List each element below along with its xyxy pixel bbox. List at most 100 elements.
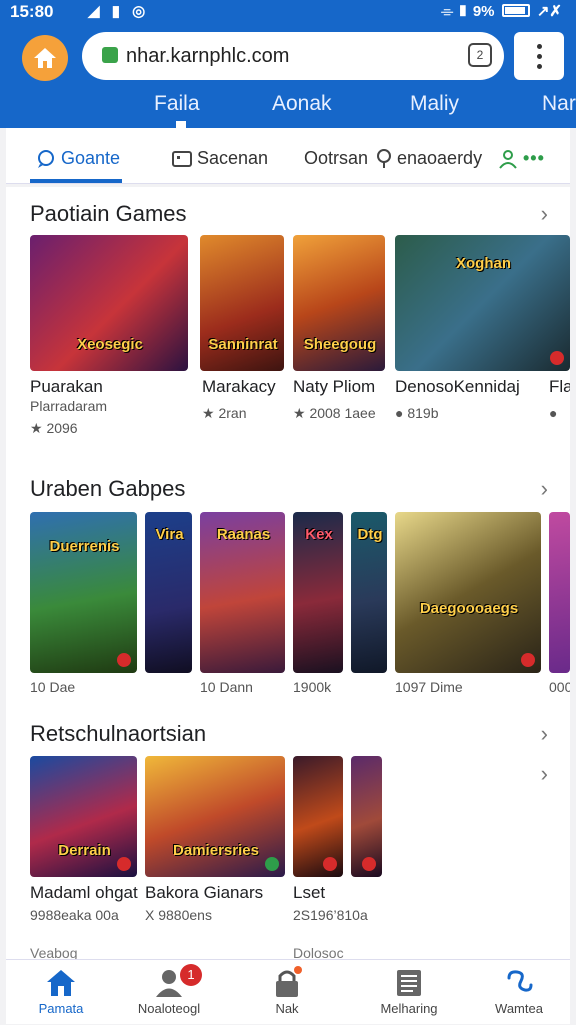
- filter-underline: [30, 179, 122, 183]
- game-card[interactable]: [549, 512, 570, 673]
- bottom-navigation: Pamata 1 Noaloteogl Nak Melharing Wamtea: [6, 959, 570, 1024]
- notification-count: 1: [180, 964, 202, 986]
- game-card[interactable]: Xoghan: [395, 235, 570, 371]
- nav-tab-1[interactable]: Faila: [154, 92, 200, 116]
- game-rating: ★ 2008 1aee: [293, 405, 389, 422]
- game-meta: 1900k: [293, 679, 332, 695]
- game-meta: 000: [549, 679, 570, 695]
- chevron-right-icon[interactable]: ›: [541, 476, 548, 502]
- swirl-icon: [507, 970, 533, 992]
- game-card[interactable]: Xeosegic: [30, 235, 188, 371]
- game-rating: ★ 2ran: [202, 405, 286, 422]
- chevron-right-icon[interactable]: ›: [541, 761, 548, 787]
- filter-goante[interactable]: Goante: [36, 148, 120, 169]
- card-art-title: Xoghan: [456, 255, 511, 272]
- game-title[interactable]: Marakacy: [202, 377, 286, 397]
- nav-tab-4[interactable]: Nar: [542, 92, 576, 116]
- game-rating: ● 819b: [395, 405, 515, 421]
- filter-enaoaerdy[interactable]: enaoaerdy: [376, 148, 482, 169]
- card-art-title: Derrain: [58, 842, 111, 859]
- battery-level: 9%: [472, 3, 495, 20]
- chat-icon: ●: [395, 405, 408, 421]
- filter-label: enaoaerdy: [397, 148, 483, 168]
- nav-tab-indicator: [176, 121, 186, 128]
- game-rating: ●: [549, 405, 570, 421]
- main-content: Paotiain Games › Xeosegic Sanninrat Shee…: [6, 187, 570, 959]
- game-title[interactable]: DenosoKennidaj: [395, 377, 533, 397]
- game-card[interactable]: Dtg: [351, 512, 387, 673]
- battery-icon: [501, 4, 530, 17]
- book-icon: [397, 970, 421, 996]
- game-title[interactable]: Madaml ohgat: [30, 883, 142, 903]
- tabs-count-button[interactable]: 2: [468, 43, 492, 67]
- status-extra: ↗✗: [536, 3, 562, 20]
- game-card[interactable]: Derrain: [30, 756, 137, 877]
- game-meta: X 9880ens: [145, 907, 212, 923]
- home-button[interactable]: [22, 35, 68, 81]
- game-card[interactable]: [351, 756, 382, 877]
- person-icon: [499, 149, 517, 169]
- game-meta: 1097 Dime: [395, 679, 463, 695]
- card-art-title: Dtg: [357, 526, 383, 543]
- game-rating: ★ 2096: [30, 420, 190, 437]
- bottom-nav-label: Melharing: [380, 1001, 438, 1016]
- game-card[interactable]: Duerrenis: [30, 512, 137, 673]
- game-card[interactable]: [293, 756, 343, 877]
- card-art-title: Vira: [155, 526, 184, 543]
- section-title-3: Retschulnaortsian: [30, 721, 207, 746]
- wifi-icon: ⌯ ▮: [441, 3, 473, 20]
- bottom-nav-library[interactable]: Melharing: [354, 960, 464, 1025]
- star-icon: ★: [293, 405, 310, 421]
- badge-icon: [323, 857, 337, 871]
- game-title[interactable]: Puarakan: [30, 377, 190, 397]
- game-title[interactable]: Fla: [549, 377, 570, 397]
- section-title-2: Uraben Gabpes: [30, 476, 186, 501]
- game-card[interactable]: Raanas: [200, 512, 285, 673]
- bottom-nav-wamtea[interactable]: Wamtea: [464, 960, 574, 1025]
- game-card[interactable]: Vira: [145, 512, 192, 673]
- game-title[interactable]: Naty Pliom: [293, 377, 389, 397]
- filter-label: Sacenan: [197, 148, 269, 168]
- game-developer: Plarradaram: [30, 398, 108, 414]
- filter-ootrsan[interactable]: Ootrsan: [304, 148, 368, 169]
- bottom-nav-home[interactable]: Pamata: [6, 960, 116, 1025]
- status-right: ⌯ ▮ 9% ↗✗: [441, 2, 562, 20]
- menu-dot-icon: [536, 63, 542, 69]
- game-card[interactable]: Sheegoug: [293, 235, 385, 371]
- bottom-nav-nak[interactable]: Nak: [232, 960, 342, 1025]
- bottom-nav-label: Wamtea: [495, 1001, 543, 1016]
- menu-dot-icon: [536, 43, 542, 49]
- url-text[interactable]: nhar.karnphlc.com: [126, 45, 289, 68]
- game-meta: 10 Dann: [200, 679, 253, 695]
- star-icon: ★: [202, 405, 219, 421]
- card-art-title: Duerrenis: [49, 538, 120, 555]
- nav-tab-2[interactable]: Aonak: [272, 92, 332, 116]
- card-art-title: Xeosegic: [77, 336, 143, 353]
- game-card[interactable]: Sanninrat: [200, 235, 284, 371]
- badge-icon: [265, 857, 279, 871]
- address-bar[interactable]: nhar.karnphlc.com 2: [82, 32, 504, 80]
- badge-icon: [362, 857, 376, 871]
- browser-header: 15:80 ◢ ▮ ◎ ⌯ ▮ 9% ↗✗ nhar.karnphlc.com …: [0, 0, 576, 128]
- account-more-button[interactable]: •••: [498, 148, 545, 169]
- screen-icon: [172, 150, 192, 167]
- bottom-nav-label: Pamata: [38, 1001, 84, 1016]
- filter-sacenan[interactable]: Sacenan: [172, 148, 268, 169]
- chevron-right-icon[interactable]: ›: [541, 201, 548, 227]
- game-card[interactable]: Damiersries: [145, 756, 285, 877]
- chevron-right-icon[interactable]: ›: [541, 721, 548, 747]
- bottom-nav-notifications[interactable]: 1 Noaloteogl: [114, 960, 224, 1025]
- section-title-1: Paotiain Games: [30, 201, 187, 226]
- star-icon: ★: [30, 420, 47, 436]
- bottom-nav-label: Nak: [275, 1001, 299, 1016]
- card-art-title: Sheegoug: [303, 336, 377, 353]
- game-card[interactable]: Kex: [293, 512, 343, 673]
- game-card[interactable]: Daegoooaegs: [395, 512, 541, 673]
- home-icon: [34, 48, 56, 68]
- game-title[interactable]: Bakora Gianars: [145, 883, 285, 903]
- overflow-menu-button[interactable]: [514, 32, 564, 80]
- game-meta: 9988eaka 00a: [30, 907, 119, 923]
- game-title[interactable]: Lset: [293, 883, 383, 903]
- badge-icon: [550, 351, 564, 365]
- nav-tab-3[interactable]: Maliy: [410, 92, 459, 116]
